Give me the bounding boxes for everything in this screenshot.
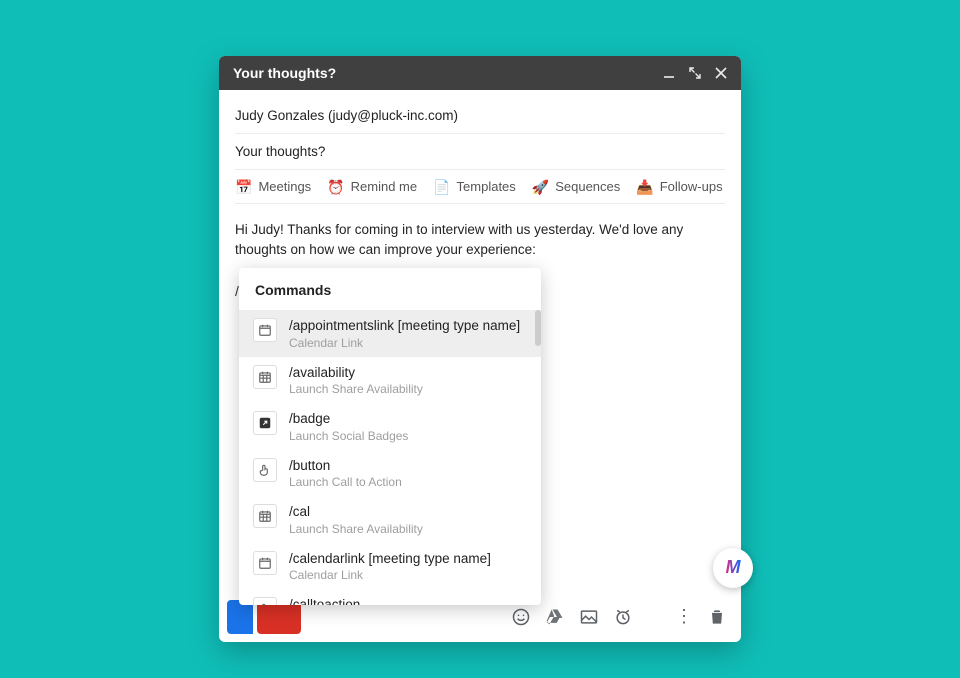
command-title: /appointmentslink [meeting type name]	[289, 317, 527, 335]
pointer-icon	[253, 458, 277, 482]
subject-field[interactable]: Your thoughts?	[235, 134, 725, 170]
inbox-icon: 📥	[636, 180, 653, 194]
toolbar-followups[interactable]: 📥 Follow-ups	[636, 179, 722, 194]
extension-fab[interactable]: M	[713, 548, 753, 588]
commands-popup: Commands /appointmentslink [meeting type…	[239, 268, 541, 605]
toolbar-sequences[interactable]: 🚀 Sequences	[532, 179, 621, 194]
close-button[interactable]	[715, 67, 727, 79]
external-icon	[253, 411, 277, 435]
calendar-icon: 📅	[235, 180, 252, 194]
message-text: Hi Judy! Thanks for coming in to intervi…	[235, 222, 683, 257]
image-icon[interactable]	[579, 607, 599, 627]
alarm-icon: ⏰	[327, 180, 344, 194]
command-title: /button	[289, 457, 527, 475]
command-text: /calLaunch Share Availability	[289, 503, 527, 536]
toolbar-remind[interactable]: ⏰ Remind me	[327, 179, 417, 194]
command-title: /calendarlink [meeting type name]	[289, 550, 527, 568]
toolbar-templates[interactable]: 📄 Templates	[433, 179, 516, 194]
logo-icon: M	[726, 557, 741, 578]
command-text: /availabilityLaunch Share Availability	[289, 364, 527, 397]
rocket-icon: 🚀	[532, 180, 549, 194]
to-field[interactable]: Judy Gonzales (judy@pluck-inc.com)	[235, 100, 725, 134]
toolbar-label: Sequences	[555, 179, 620, 194]
trash-icon[interactable]	[707, 607, 727, 627]
commands-heading: Commands	[239, 268, 541, 310]
commands-list[interactable]: /appointmentslink [meeting type name]Cal…	[239, 310, 541, 605]
command-item[interactable]: /availabilityLaunch Share Availability	[239, 357, 541, 404]
fullscreen-button[interactable]	[689, 67, 701, 79]
command-desc: Launch Share Availability	[289, 382, 527, 396]
command-item[interactable]: /badgeLaunch Social Badges	[239, 403, 541, 450]
calendar-grid-icon	[253, 365, 277, 389]
drive-icon[interactable]	[545, 607, 565, 627]
command-title: /availability	[289, 364, 527, 382]
compose-window: Your thoughts? Judy Gonzales (judy@pluck…	[219, 56, 741, 642]
command-text: /buttonLaunch Call to Action	[289, 457, 527, 490]
document-icon: 📄	[433, 180, 450, 194]
snooze-icon[interactable]	[613, 607, 633, 627]
scrollbar-thumb[interactable]	[535, 310, 541, 346]
command-item[interactable]: /calltoaction	[239, 589, 541, 605]
toolbar-label: Meetings	[258, 179, 311, 194]
calendar-blank-icon	[253, 551, 277, 575]
command-title: /calltoaction	[289, 596, 527, 605]
toolbar-label: Remind me	[351, 179, 417, 194]
command-title: /cal	[289, 503, 527, 521]
command-text: /calltoaction	[289, 596, 527, 605]
command-desc: Launch Share Availability	[289, 522, 527, 536]
minimize-button[interactable]	[663, 67, 675, 79]
command-item[interactable]: /calendarlink [meeting type name]Calenda…	[239, 543, 541, 590]
calendar-blank-icon	[253, 318, 277, 342]
command-desc: Launch Call to Action	[289, 475, 527, 489]
toolbar-meetings[interactable]: 📅 Meetings	[235, 179, 311, 194]
pointer-icon	[253, 597, 277, 605]
command-desc: Calendar Link	[289, 336, 527, 350]
command-text: /badgeLaunch Social Badges	[289, 410, 527, 443]
toolbar-label: Follow-ups	[660, 179, 723, 194]
command-desc: Calendar Link	[289, 568, 527, 582]
command-item[interactable]: /buttonLaunch Call to Action	[239, 450, 541, 497]
command-desc: Launch Social Badges	[289, 429, 527, 443]
command-text: /appointmentslink [meeting type name]Cal…	[289, 317, 527, 350]
window-title: Your thoughts?	[233, 65, 336, 81]
calendar-grid-icon	[253, 504, 277, 528]
command-item[interactable]: /appointmentslink [meeting type name]Cal…	[239, 310, 541, 357]
command-item[interactable]: /calLaunch Share Availability	[239, 496, 541, 543]
titlebar: Your thoughts?	[219, 56, 741, 90]
toolbar-label: Templates	[457, 179, 516, 194]
emoji-icon[interactable]	[511, 607, 531, 627]
command-text: /calendarlink [meeting type name]Calenda…	[289, 550, 527, 583]
more-options-icon[interactable]: ⋮	[675, 606, 693, 627]
command-title: /badge	[289, 410, 527, 428]
extension-toolbar: 📅 Meetings ⏰ Remind me 📄 Templates 🚀 Seq…	[235, 170, 725, 204]
